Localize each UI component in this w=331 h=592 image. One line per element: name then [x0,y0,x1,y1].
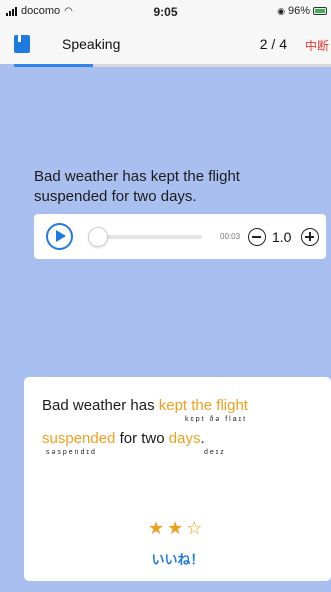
orientation-lock-icon: ◉ [277,5,285,16]
elapsed-time: 00:03 [220,232,241,241]
result-line-2: suspended for two days. [42,430,205,447]
result-text: Bad weather has [42,397,159,414]
progress-bar-fill [14,64,94,67]
book-icon [14,35,30,53]
progress-bar [14,64,331,67]
ipa-kept-the-flight: kɛpt ðə flaɪt [185,416,248,423]
rating-stars: ★ ★ ☆ [148,519,202,537]
playback-speed: 1.0 [272,229,292,245]
page-title: Speaking [62,36,121,52]
result-highlight: kept the flight [158,397,248,414]
result-highlight: suspended [42,430,116,447]
result-text: for two [115,430,169,447]
battery-icon [313,7,327,15]
quit-button[interactable]: 中断 [305,37,329,54]
result-card: Bad weather has kept the flight kɛpt ðə … [24,377,331,581]
status-right: ◉ 96% [277,5,327,17]
play-button[interactable] [46,223,73,250]
speed-increase-button[interactable] [301,228,319,246]
star-filled-icon: ★ [148,518,165,538]
result-highlight: days [168,430,201,447]
speed-decrease-button[interactable] [248,228,266,246]
question-progress: 2 / 4 [259,36,287,52]
audio-seek-thumb[interactable] [88,227,108,247]
audio-seek-track[interactable] [92,235,202,239]
prompt-sentence: Bad weather has kept the flight suspende… [34,168,240,205]
result-line-1: Bad weather has kept the flight [42,397,248,414]
audio-player: 00:03 1.0 [34,214,326,259]
result-text: . [200,430,205,447]
battery-percent: 96% [287,5,310,17]
star-filled-icon: ★ [167,518,184,538]
feedback-text: いいね！ [151,552,204,567]
status-bar: docomo ◠ 9:05 ◉ 96% [0,0,331,22]
star-empty-icon: ☆ [186,518,203,538]
ipa-days: deɪz [204,449,226,456]
ipa-suspended: səspendɪd [46,449,97,456]
header-bar: Speaking 2 / 4 中断 [0,22,331,64]
